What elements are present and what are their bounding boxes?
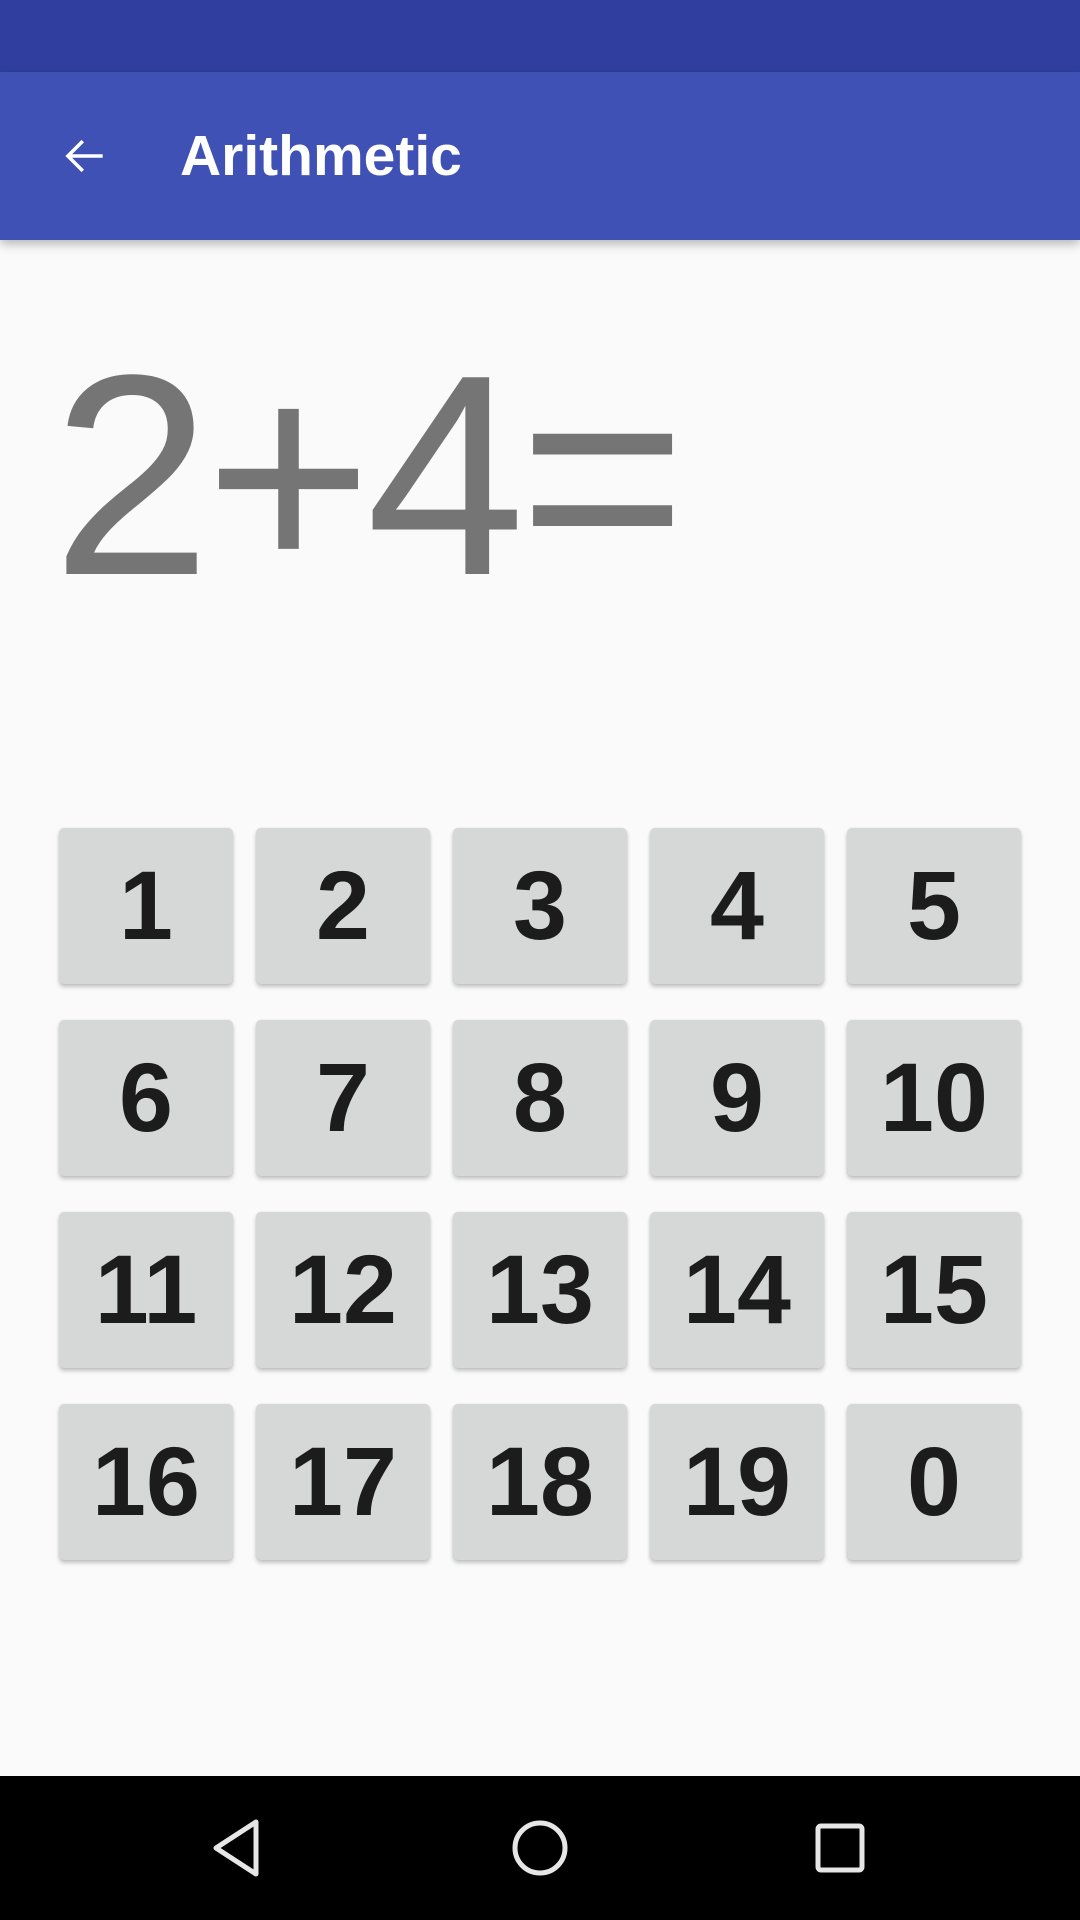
answer-button-5[interactable]: 5 <box>847 828 1021 984</box>
answer-button-1[interactable]: 1 <box>59 828 233 984</box>
answer-button-8[interactable]: 8 <box>453 1020 627 1176</box>
answer-button-6[interactable]: 6 <box>59 1020 233 1176</box>
answer-button-13[interactable]: 13 <box>453 1212 627 1368</box>
toolbar-title: Arithmetic <box>180 124 462 188</box>
answer-button-7[interactable]: 7 <box>256 1020 430 1176</box>
answer-button-18[interactable]: 18 <box>453 1404 627 1560</box>
answer-button-19[interactable]: 19 <box>650 1404 824 1560</box>
nav-recents-square-icon <box>815 1823 865 1873</box>
answer-button-14[interactable]: 14 <box>650 1212 824 1368</box>
arrow-left-icon <box>65 139 103 173</box>
answer-button-0[interactable]: 0 <box>847 1404 1021 1560</box>
answer-button-12[interactable]: 12 <box>256 1212 430 1368</box>
status-bar <box>0 0 1080 72</box>
nav-recents-button[interactable] <box>760 1776 920 1920</box>
answer-button-10[interactable]: 10 <box>847 1020 1021 1176</box>
answer-button-2[interactable]: 2 <box>256 828 430 984</box>
back-button[interactable] <box>36 108 132 204</box>
answer-button-3[interactable]: 3 <box>453 828 627 984</box>
nav-back-triangle-icon <box>213 1819 259 1877</box>
app-toolbar: Arithmetic <box>0 72 1080 240</box>
system-navigation-bar <box>0 1776 1080 1920</box>
answer-button-4[interactable]: 4 <box>650 828 824 984</box>
answer-button-11[interactable]: 11 <box>59 1212 233 1368</box>
answer-button-9[interactable]: 9 <box>650 1020 824 1176</box>
question-text: 2+4= <box>52 315 686 635</box>
nav-home-button[interactable] <box>460 1776 620 1920</box>
nav-home-circle-icon <box>512 1820 568 1876</box>
answer-button-16[interactable]: 16 <box>59 1404 233 1560</box>
answer-button-15[interactable]: 15 <box>847 1212 1021 1368</box>
nav-back-button[interactable] <box>160 1776 320 1920</box>
answer-button-17[interactable]: 17 <box>256 1404 430 1560</box>
answer-grid: 1 2 3 4 5 6 7 8 9 10 11 12 13 14 15 16 1… <box>59 828 1021 1560</box>
